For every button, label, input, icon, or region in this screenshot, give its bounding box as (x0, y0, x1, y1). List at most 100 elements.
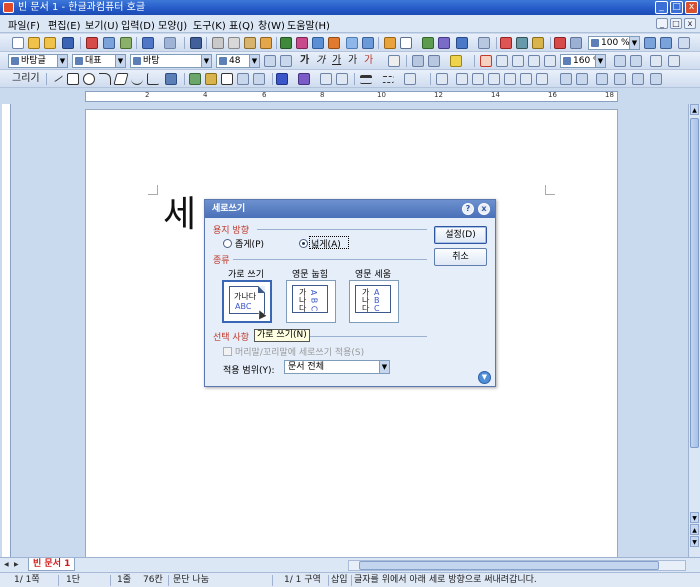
page-down-icon[interactable]: ▼ (690, 536, 699, 547)
bold-button[interactable]: 가 (300, 54, 309, 67)
align-center-icon[interactable] (528, 55, 540, 67)
menu-edit[interactable]: 편집(E) (48, 17, 81, 32)
memo-icon[interactable] (532, 37, 544, 49)
line-icon[interactable] (50, 70, 64, 83)
page-setup-icon[interactable] (120, 37, 132, 49)
wrap-text-icon[interactable] (520, 73, 532, 85)
landscape-radio[interactable] (299, 239, 308, 248)
cancel-button[interactable]: 취소 (434, 248, 487, 266)
dialog-close-icon[interactable]: x (478, 203, 490, 215)
bullet-list-icon[interactable] (650, 55, 662, 67)
line-style-icon[interactable] (382, 76, 394, 83)
doc-close-button[interactable]: x (684, 18, 696, 29)
print-icon[interactable] (86, 37, 98, 49)
numbered-list-icon[interactable] (668, 55, 680, 67)
object-props-icon[interactable] (536, 73, 548, 85)
open-recent-icon[interactable] (44, 37, 56, 49)
vertical-scrollbar[interactable]: ▲ ▼ ▲ ▼ (688, 104, 700, 557)
align-justify-icon[interactable] (480, 55, 492, 67)
chevron-down-icon[interactable]: ▼ (379, 361, 389, 373)
copy-icon[interactable] (228, 37, 240, 49)
pen-icon[interactable] (165, 73, 177, 85)
chevron-down-icon[interactable]: ▼ (57, 55, 67, 67)
paste-icon[interactable] (244, 37, 256, 49)
bring-front-icon[interactable] (456, 73, 468, 85)
polygon-icon[interactable] (113, 73, 129, 85)
ellipse-icon[interactable] (83, 73, 95, 85)
expand-icon[interactable]: ▼ (478, 371, 491, 384)
snap-icon[interactable] (576, 73, 588, 85)
font-shrink-icon[interactable] (280, 55, 292, 67)
line-spacing-up-icon[interactable] (630, 55, 642, 67)
doc-restore-button[interactable]: □ (670, 18, 682, 29)
emphasis-icon[interactable] (412, 55, 424, 67)
line-color-icon[interactable] (276, 73, 288, 85)
page-view-icon[interactable] (650, 73, 662, 85)
shadow-icon[interactable] (320, 73, 332, 85)
chevron-down-icon[interactable]: ▼ (249, 55, 259, 67)
help-icon[interactable]: ? (462, 203, 474, 215)
table-tool-icon[interactable] (346, 37, 358, 49)
color-scheme-icon[interactable] (328, 37, 340, 49)
insert-table-icon[interactable] (400, 37, 412, 49)
ok-button[interactable]: 설정(D) (434, 226, 487, 244)
format-painter-icon[interactable] (260, 37, 272, 49)
grid-icon[interactable] (560, 73, 572, 85)
close-button[interactable]: x (685, 1, 698, 14)
style-select[interactable]: 바탕글 ▼ (8, 54, 68, 68)
vertical-ruler[interactable] (2, 104, 11, 557)
columns-icon[interactable] (614, 73, 626, 85)
insert-symbol-icon[interactable] (456, 37, 468, 49)
english-lying-option[interactable]: 가 나 다 A B C (286, 280, 336, 323)
scope-select[interactable]: 문서 전체 ▼ (284, 360, 390, 374)
font-grow-icon[interactable] (264, 55, 276, 67)
horizontal-scrollbar[interactable] (348, 560, 686, 571)
menu-view[interactable]: 보기(U) (85, 17, 119, 32)
new-document-icon[interactable] (12, 37, 24, 49)
tab-next-icon[interactable]: ▶ (14, 560, 20, 570)
align-left-icon[interactable] (496, 55, 508, 67)
chevron-down-icon[interactable]: ▼ (595, 55, 605, 67)
menu-file[interactable]: 파일(F) (8, 17, 40, 32)
header-footer-checkbox[interactable] (223, 347, 232, 356)
send-back-icon[interactable] (472, 73, 484, 85)
highlight-icon[interactable] (450, 55, 462, 67)
flip-icon[interactable] (504, 73, 516, 85)
rectangle-icon[interactable] (67, 73, 79, 85)
textart-icon[interactable] (205, 73, 217, 85)
italic-button[interactable]: 가 (316, 54, 325, 67)
shapes-icon[interactable] (500, 37, 512, 49)
insert-picture-icon[interactable] (384, 37, 396, 49)
para-shape-icon[interactable] (312, 37, 324, 49)
page-up-icon[interactable]: ▲ (690, 524, 699, 535)
doc-minimize-button[interactable]: _ (656, 18, 668, 29)
chevron-down-icon[interactable]: ▼ (115, 55, 125, 67)
horizontal-ruler[interactable]: 2 4 6 8 10 12 14 16 18 (85, 91, 618, 102)
menu-tools[interactable]: 도구(K) (193, 17, 226, 32)
group-icon[interactable] (237, 73, 249, 85)
textbox-draw-icon[interactable] (221, 73, 233, 85)
open-folder-icon[interactable] (28, 37, 40, 49)
outline-view-icon[interactable] (632, 73, 644, 85)
chevron-down-icon[interactable]: ▼ (201, 55, 211, 67)
minimize-button[interactable]: _ (655, 1, 668, 14)
curve-icon[interactable] (131, 73, 143, 85)
font-size-select[interactable]: 48 ▼ (216, 54, 260, 68)
layout-icon[interactable] (570, 37, 582, 49)
underline-button[interactable]: 가 (332, 54, 341, 67)
menu-table[interactable]: 표(Q) (229, 17, 254, 32)
scroll-thumb[interactable] (359, 561, 659, 570)
scroll-up-icon[interactable]: ▲ (690, 104, 699, 115)
zoom-out-icon[interactable] (644, 37, 656, 49)
connector-icon[interactable] (147, 73, 159, 85)
tab-prev-icon[interactable]: ◀ (4, 560, 10, 570)
presentation-icon[interactable] (554, 37, 566, 49)
save-icon[interactable] (62, 37, 74, 49)
textbox-icon[interactable] (516, 37, 528, 49)
english-upright-option[interactable]: 가 나 다 A B C (349, 280, 399, 323)
menu-format[interactable]: 모양(J) (158, 17, 187, 32)
landscape-label[interactable]: 넓게(A) (311, 237, 341, 250)
char-border-icon[interactable] (388, 55, 400, 67)
superscript-button[interactable]: 가 (348, 54, 357, 67)
chevron-down-icon[interactable]: ▼ (629, 37, 639, 49)
